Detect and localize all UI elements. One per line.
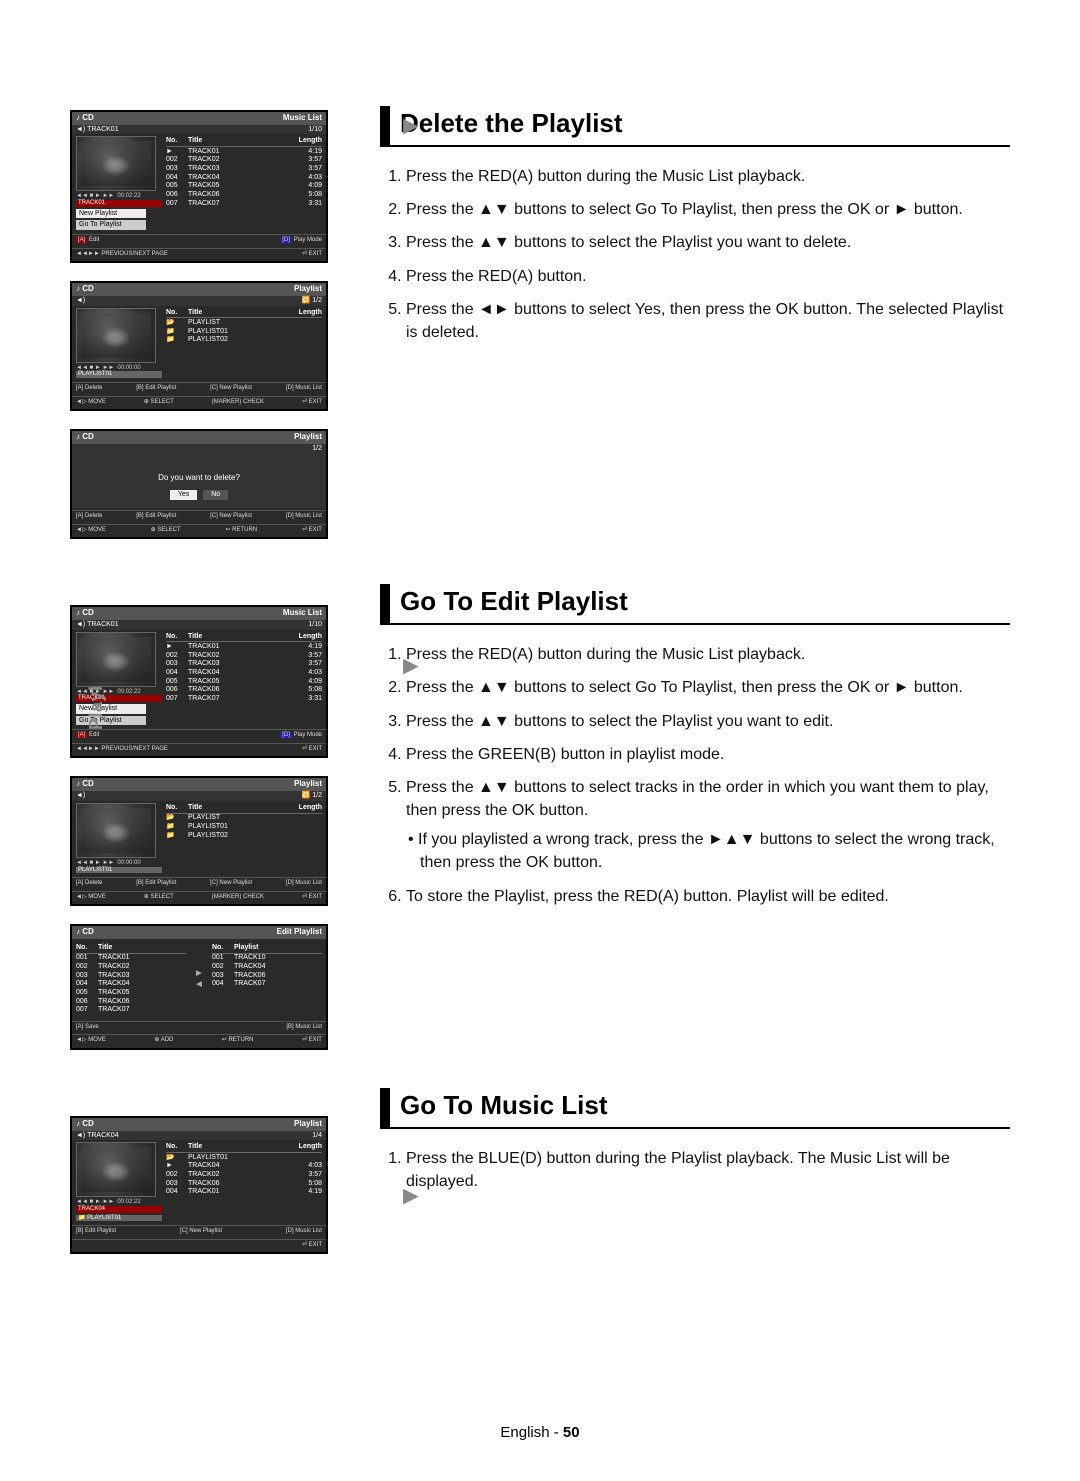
step: Press the ▲▼ buttons to select tracks in…: [406, 776, 1010, 875]
step: Press the ▲▼ buttons to select Go To Pla…: [406, 198, 1010, 221]
osd-music-list-2: ♪ CDMusic List ◄) TRACK011/10 ◄◄ ■ ► ►► …: [70, 605, 328, 758]
page-footer: English - 50: [0, 1424, 1080, 1441]
section-goto-edit-playlist: Go To Edit Playlist Press the RED(A) but…: [380, 584, 1010, 908]
step: Press the ▲▼ buttons to select Go To Pla…: [406, 676, 1010, 699]
instructions-column: Delete the Playlist Press the RED(A) but…: [380, 100, 1010, 1254]
step: Press the RED(A) button during the Music…: [406, 643, 1010, 666]
step: Press the ◄► buttons to select Yes, then…: [406, 298, 1010, 344]
section-title: Go To Music List: [380, 1088, 1010, 1129]
selected-track-chip: TRACK01: [76, 200, 162, 207]
osd-edit-playlist: ♪ CDEdit Playlist No.Title 001TRACK01 00…: [70, 924, 328, 1049]
transport-controls: ◄◄ ■ ► ►►: [76, 193, 114, 200]
preview-thumbnail: [76, 136, 156, 191]
osd-music-list: ♪ CD Music List ◄) TRACK01 1/10 ◄◄ ■ ► ►…: [70, 110, 328, 263]
screen-title: Music List: [283, 114, 322, 123]
cd-label: ♪ CD: [76, 114, 94, 123]
section-delete-playlist: Delete the Playlist Press the RED(A) but…: [380, 106, 1010, 344]
section-goto-music-list: Go To Music List Press the BLUE(D) butto…: [380, 1088, 1010, 1193]
confirm-dialog-text: Do you want to delete?: [76, 474, 322, 483]
step: To store the Playlist, press the RED(A) …: [406, 885, 1010, 908]
section-title: Delete the Playlist: [380, 106, 1010, 147]
context-menu-new-playlist: New Playlist: [76, 209, 146, 219]
osd-playlist-folders-2: ♪ CDPlaylist ◄)🔁 1/2 ◄◄ ■ ► ►► 00:00:00 …: [70, 776, 328, 906]
sub-bullet: • If you playlisted a wrong track, press…: [406, 828, 1010, 874]
step: Press the ▲▼ buttons to select the Playl…: [406, 710, 1010, 733]
screenshot-column: ♪ CD Music List ◄) TRACK01 1/10 ◄◄ ■ ► ►…: [70, 100, 340, 1254]
section-title: Go To Edit Playlist: [380, 584, 1010, 625]
now-playing: ◄) TRACK01: [76, 126, 119, 134]
flow-arrow-icon: ►: [398, 650, 424, 681]
no-button[interactable]: No: [203, 490, 228, 500]
elapsed-time: 00:02:22: [117, 193, 140, 200]
preview-thumbnail: [76, 308, 156, 363]
transfer-arrows-icon: ►◄: [194, 943, 204, 1015]
selected-playlist-chip: PLAYLIST01: [76, 371, 162, 378]
manual-page: Playback ♪ CD Music List ◄) TRACK01 1/10…: [0, 0, 1080, 1481]
step: Press the RED(A) button.: [406, 265, 1010, 288]
step: Press the GREEN(B) button in playlist mo…: [406, 743, 1010, 766]
yes-button[interactable]: Yes: [170, 490, 197, 500]
page-indicator: 1/10: [308, 126, 322, 134]
osd-playlist-folders: ♪ CD Playlist ◄)🔁 1/2 ◄◄ ■ ► ►► 00:00:00…: [70, 281, 328, 411]
osd-delete-confirm: ♪ CDPlaylist 1/2 Do you want to delete? …: [70, 429, 328, 539]
step: Press the ▲▼ buttons to select the Playl…: [406, 231, 1010, 254]
osd-playlist-playing: ♪ CDPlaylist ◄) TRACK041/4 ◄◄ ■ ► ►► 00:…: [70, 1116, 328, 1254]
step: Press the RED(A) button during the Music…: [406, 165, 1010, 188]
flow-arrow-icon: ►: [398, 1180, 424, 1211]
flow-arrow-icon: ►: [398, 110, 424, 141]
context-menu-go-to-playlist: Go To Playlist: [76, 220, 146, 230]
step: Press the BLUE(D) button during the Play…: [406, 1147, 1010, 1193]
